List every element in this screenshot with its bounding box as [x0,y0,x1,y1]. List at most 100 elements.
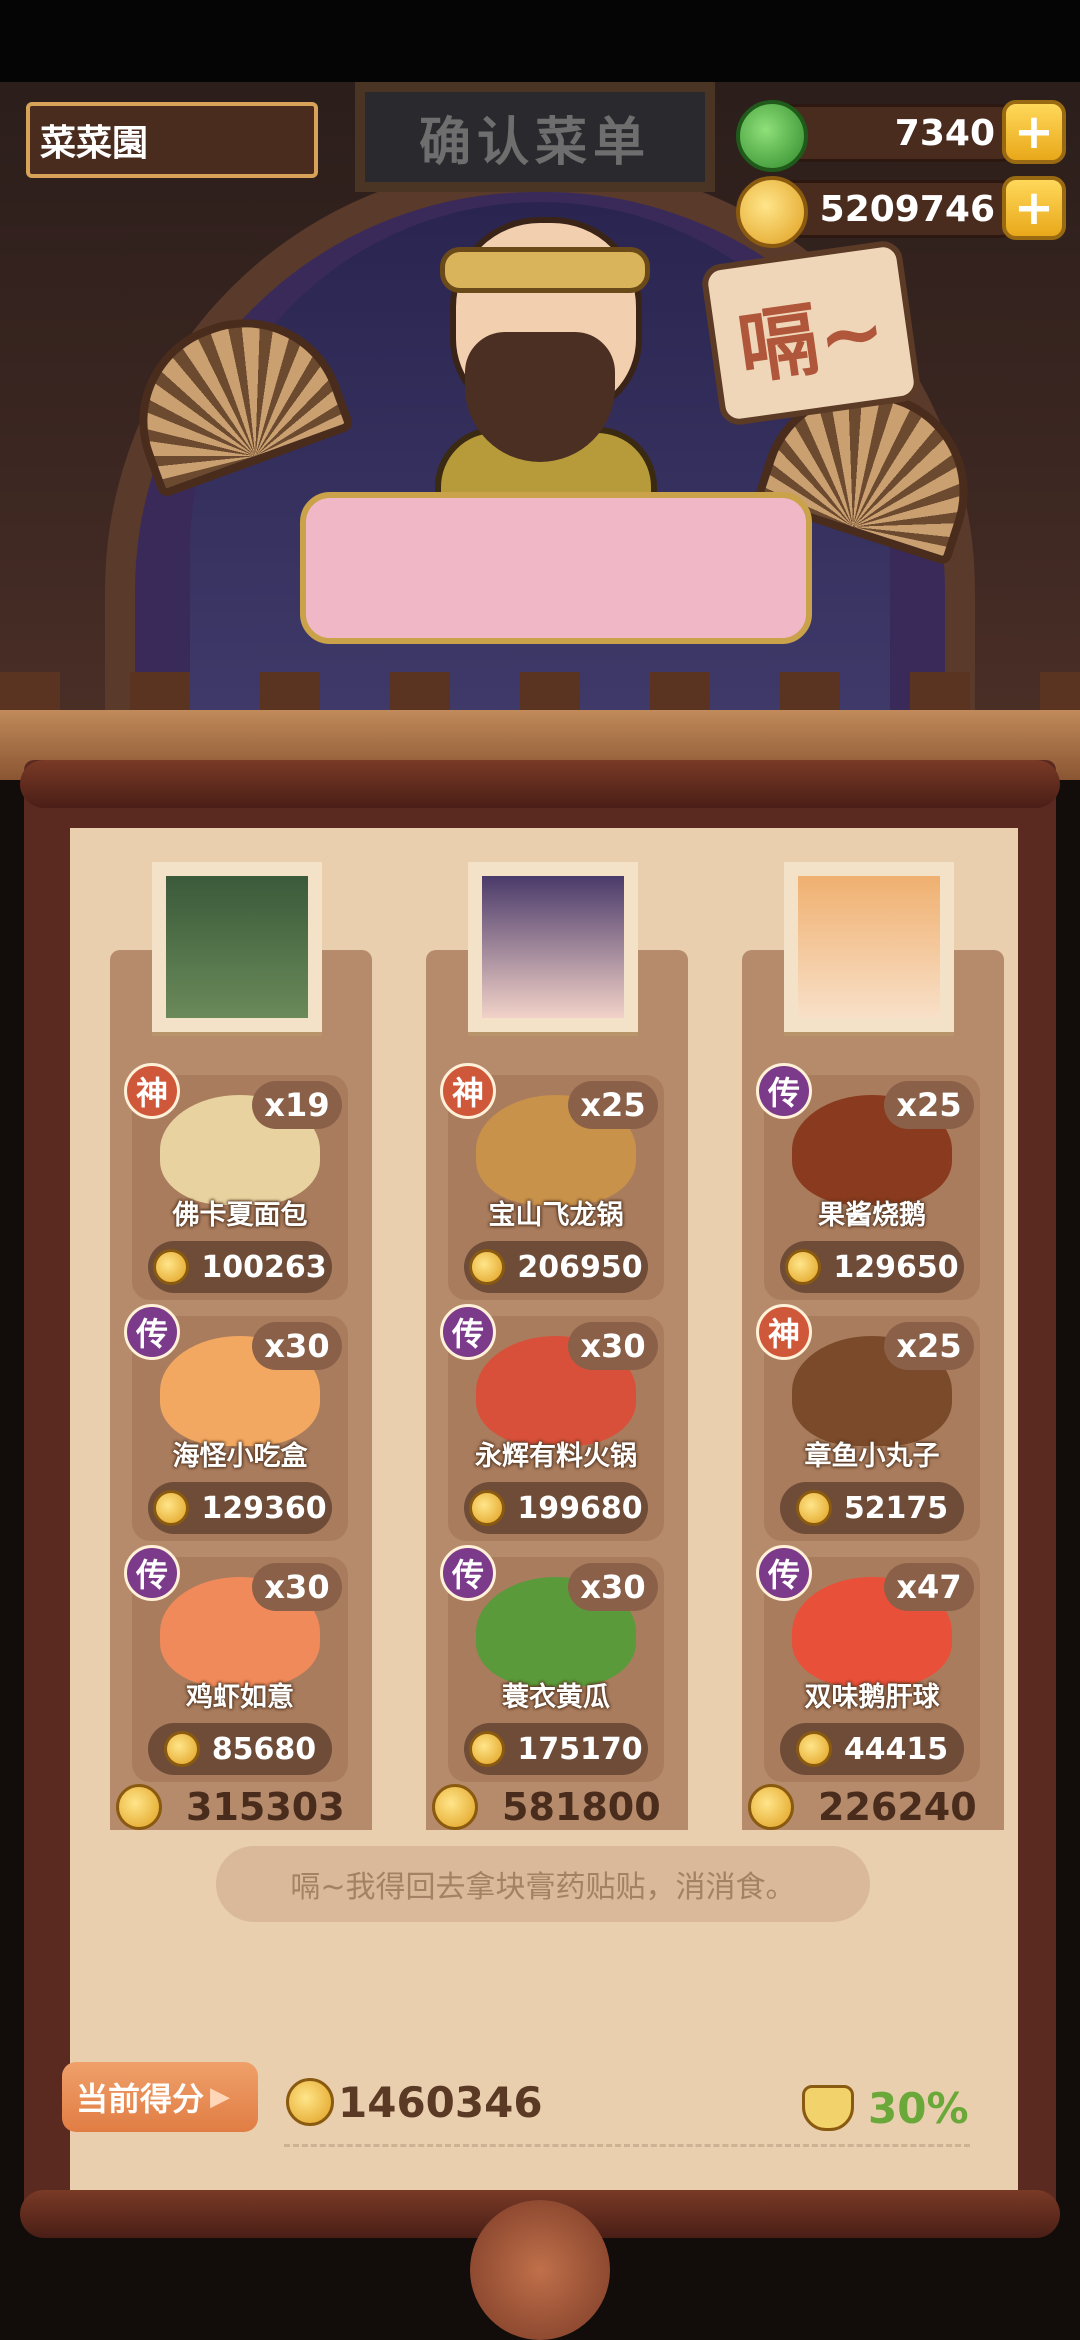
rarity-badge: 传 [756,1545,812,1601]
dish-count: x25 [884,1081,974,1129]
menu-sign: 确认菜单 [355,82,715,192]
coin-icon [153,1490,190,1526]
dish-name: 宝山飞龙锅 [488,1200,624,1231]
rarity-badge: 神 [124,1063,180,1119]
coin-icon [432,1784,478,1830]
rarity-badge: 传 [756,1063,812,1119]
rarity-badge: 神 [440,1063,496,1119]
dish-price-value: 44415 [843,1731,949,1767]
column-total: 315303 [116,1782,366,1832]
dining-table [300,492,812,644]
dish-count: x25 [884,1322,974,1370]
dish-price-value: 52175 [843,1490,949,1526]
dish-price: 129650 [780,1241,964,1293]
speech-bubble: 嗝~ [699,238,923,428]
dish-name: 佛卡夏面包 [172,1200,308,1231]
dish-name: 海怪小吃盒 [172,1441,308,1472]
dish-price-value: 129360 [201,1490,327,1526]
coin-icon [795,1490,832,1526]
dish-card[interactable]: 传 x47 双味鹅肝球 44415 [756,1545,980,1782]
add-jade-button[interactable]: + [1002,100,1066,164]
dish-price-value: 175170 [517,1731,643,1767]
coin-icon [736,176,808,248]
add-coin-button[interactable]: + [1002,176,1066,240]
dish-count: x30 [252,1563,342,1611]
dish-price-value: 199680 [517,1490,643,1526]
bonus-rate: 30% [802,2078,969,2138]
dish-card[interactable]: 传 x30 永辉有料火锅 199680 [440,1304,664,1541]
dish-card[interactable]: 神 x19 佛卡夏面包 100263 [124,1063,348,1300]
dish-name: 蓑衣黄瓜 [502,1682,610,1713]
dish-price: 206950 [464,1241,648,1293]
dish-name: 永辉有料火锅 [475,1441,637,1472]
guest-avatar-2 [468,862,638,1032]
dish-count: x47 [884,1563,974,1611]
dish-count: x30 [568,1563,658,1611]
avatar-portrait [798,876,940,1018]
rarity-badge: 传 [124,1545,180,1601]
coin-icon [469,1731,506,1767]
coin-icon [469,1490,506,1526]
dish-card[interactable]: 传 x30 海怪小吃盒 129360 [124,1304,348,1541]
dish-card[interactable]: 传 x25 果酱烧鹅 129650 [756,1063,980,1300]
coin-icon [116,1784,162,1830]
dish-card[interactable]: 神 x25 章鱼小丸子 52175 [756,1304,980,1541]
scroll-top-roller [20,760,1060,808]
current-score-label: 当前得分 [76,2080,205,2118]
coin-icon [785,1249,822,1285]
coin-icon [748,1784,794,1830]
dish-price: 44415 [780,1723,964,1775]
jade-icon [736,100,808,172]
column-total: 226240 [748,1782,998,1832]
dish-count: x19 [252,1081,342,1129]
dish-price: 85680 [148,1723,332,1775]
rarity-badge: 传 [124,1304,180,1360]
dish-card[interactable]: 传 x30 鸡虾如意 85680 [124,1545,348,1782]
current-score-button[interactable]: 当前得分 ▶ [62,2062,258,2132]
dish-price: 175170 [464,1723,648,1775]
coin-icon [469,1249,506,1285]
dish-price: 100263 [148,1241,332,1293]
money-pot-icon [802,2085,854,2131]
bonus-rate-text: 30% [868,2083,969,2133]
dish-price-value: 129650 [833,1249,959,1285]
divider [284,2144,970,2147]
dish-price: 129360 [148,1482,332,1534]
dish-count: x25 [568,1081,658,1129]
guest-avatar-3 [784,862,954,1032]
guest-avatar-1 [152,862,322,1032]
dish-count: x30 [568,1322,658,1370]
dish-price-value: 100263 [201,1249,327,1285]
avatar-portrait [166,876,308,1018]
dish-price: 52175 [780,1482,964,1534]
dish-price: 199680 [464,1482,648,1534]
dish-name: 双味鹅肝球 [804,1682,940,1713]
coin-icon [153,1249,190,1285]
dish-card[interactable]: 神 x25 宝山飞龙锅 206950 [440,1063,664,1300]
restaurant-name[interactable]: 菜菜園 [26,102,318,178]
column-total: 581800 [432,1782,682,1832]
score-value: 1460346 [286,2072,543,2132]
dish-count: x30 [252,1322,342,1370]
coin-icon [163,1731,200,1767]
avatar-portrait [482,876,624,1018]
rarity-badge: 神 [756,1304,812,1360]
dish-price-value: 85680 [211,1731,317,1767]
guest-headband [440,247,650,293]
dish-name: 果酱烧鹅 [818,1200,926,1231]
column-total-value: 226240 [818,1785,977,1829]
coin-icon [286,2078,334,2126]
dish-card[interactable]: 传 x30 蓑衣黄瓜 175170 [440,1545,664,1782]
dish-name: 鸡虾如意 [186,1682,294,1713]
guest-comment: 嗝~我得回去拿块膏药贴贴，消消食。 [216,1846,870,1922]
rarity-badge: 传 [440,1545,496,1601]
column-total-value: 581800 [502,1785,661,1829]
score-value-text: 1460346 [338,2077,543,2127]
coin-icon [795,1731,832,1767]
status-bar [0,0,1080,82]
rarity-badge: 传 [440,1304,496,1360]
dish-name: 章鱼小丸子 [804,1441,940,1472]
knot-decoration [470,2200,610,2340]
play-arrow-icon: ▶ [210,2082,231,2112]
dish-price-value: 206950 [517,1249,643,1285]
